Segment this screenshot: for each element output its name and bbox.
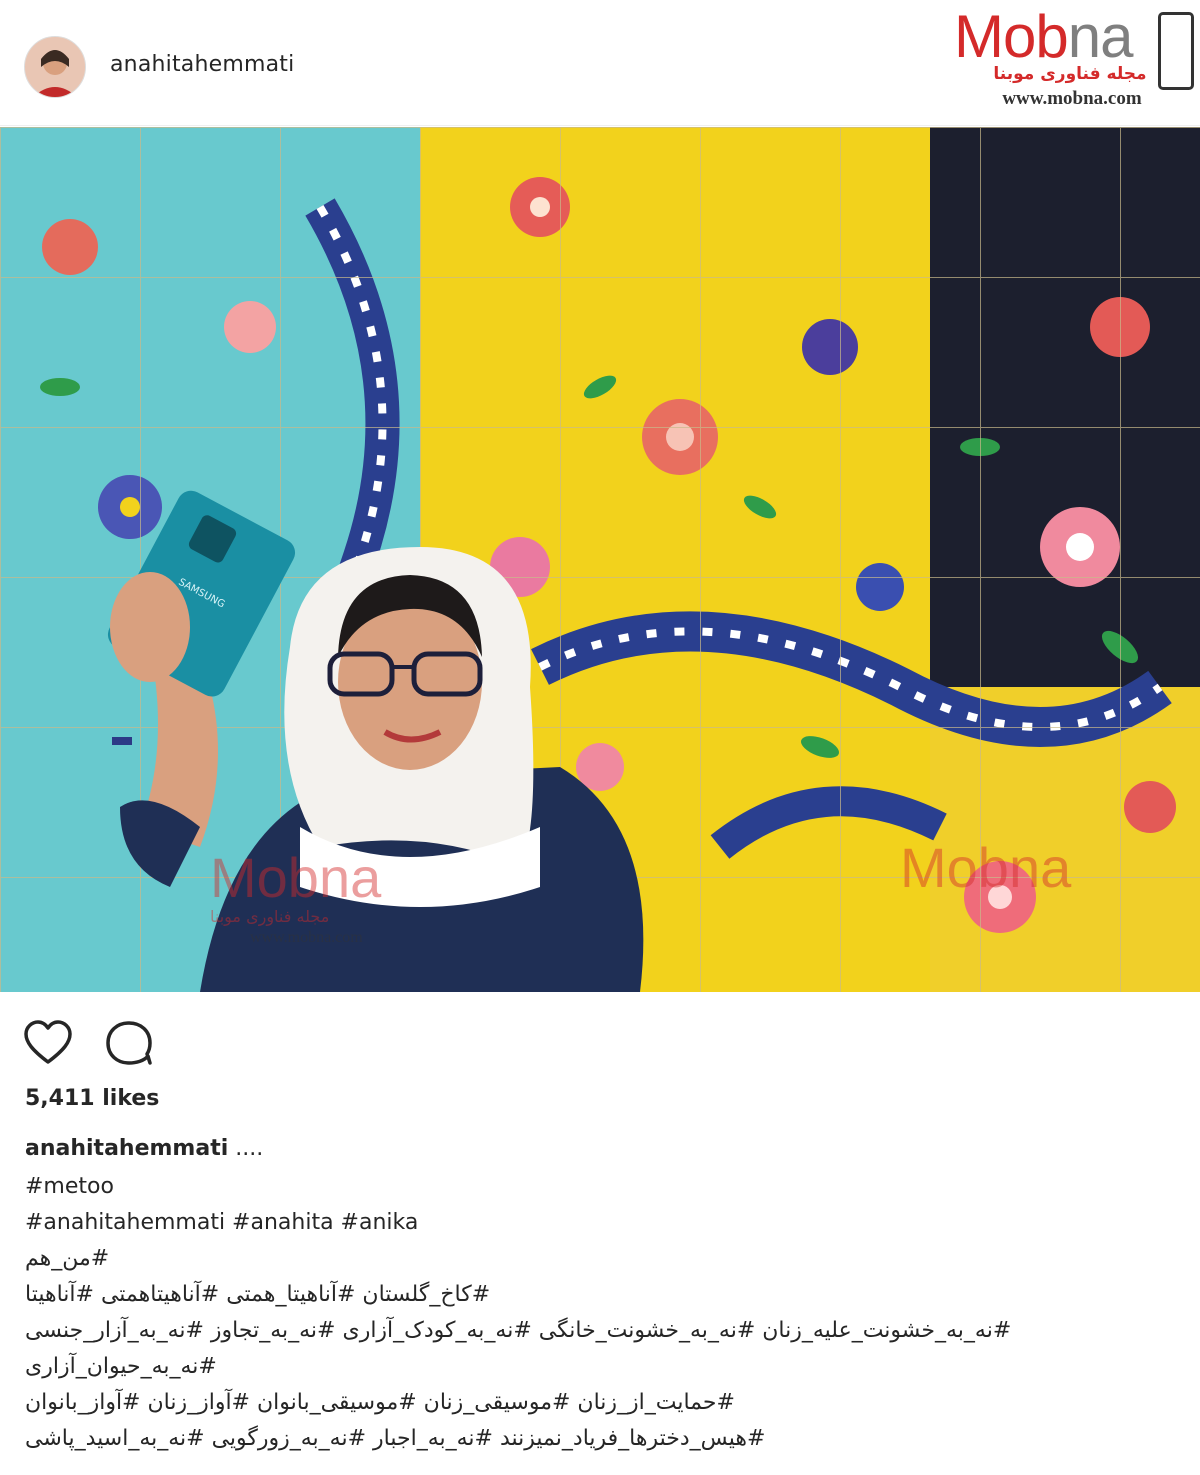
tile-selfie-illustration: SAMSUNG Mobna مجله فناوری موبنا www.mobn… bbox=[0, 127, 1200, 992]
overlay-watermark-left-sub: مجله فناوری موبنا bbox=[210, 907, 329, 927]
caption-hashtag-line[interactable]: #metoo bbox=[25, 1174, 114, 1199]
caption-hashtag-line[interactable]: #anahitahemmati #anahita #anika bbox=[25, 1210, 418, 1235]
mobna-watermark: Mobna مجله فناوری موبنا www.mobna.com bbox=[954, 4, 1194, 114]
caption-hashtag-line[interactable]: #نه_به_خشونت_علیه_زنان #نه_به_خشونت_خانگ… bbox=[25, 1318, 1011, 1343]
caption-hashtag-line[interactable]: #من_هم bbox=[25, 1246, 109, 1271]
overlay-watermark-left-url: www.mobna.com bbox=[250, 929, 363, 946]
caption-ellipsis: .... bbox=[228, 1136, 264, 1161]
heart-icon[interactable] bbox=[22, 1018, 74, 1068]
watermark-logo-text: Mobna bbox=[954, 3, 1133, 70]
likes-count[interactable]: 5,411 likes bbox=[25, 1086, 159, 1111]
post-username[interactable]: anahitahemmati bbox=[110, 52, 294, 77]
caption-hashtag-line[interactable]: #هیس_دخترها_فریاد_نمیزنند #نه_به_اجبار #… bbox=[25, 1426, 765, 1451]
comment-bubble-icon[interactable] bbox=[104, 1018, 156, 1068]
caption-username[interactable]: anahitahemmati bbox=[25, 1136, 228, 1161]
profile-avatar[interactable] bbox=[24, 36, 86, 98]
watermark-url: www.mobna.com bbox=[1002, 88, 1142, 109]
overlay-watermark-left: Mobna bbox=[210, 846, 382, 909]
post-photo[interactable]: SAMSUNG Mobna مجله فناوری موبنا www.mobn… bbox=[0, 127, 1200, 992]
caption-hashtag-line[interactable]: #حمایت_از_زنان #موسیقی_زنان #موسیقی_بانو… bbox=[25, 1390, 735, 1415]
overlay-watermark-right: Mobna bbox=[900, 836, 1072, 899]
post-header: anahitahemmati Mobna مجله فناوری موبنا w… bbox=[0, 0, 1200, 126]
caption-username-line: anahitahemmati .... bbox=[25, 1136, 263, 1161]
caption-hashtag-line[interactable]: #کاخ_گلستان #آناهیتا_همتی #آناهیتاهمتی #… bbox=[25, 1282, 490, 1307]
watermark-subtitle: مجله فناوری موبنا bbox=[993, 64, 1147, 84]
post-actions bbox=[22, 1018, 222, 1068]
caption-hashtag-line[interactable]: #نه_به_حیوان_آزاری bbox=[25, 1354, 217, 1379]
